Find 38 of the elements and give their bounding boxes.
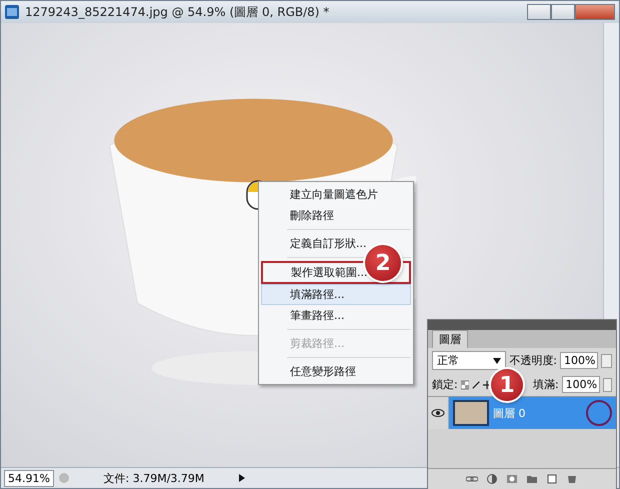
layers-tab[interactable]: 圖層 (432, 330, 468, 348)
window-title: 1279243_85221474.jpg @ 54.9% (圖層 0, RGB/8) * (25, 4, 330, 20)
opacity-field[interactable]: 100% (560, 352, 598, 369)
maximize-button[interactable] (551, 4, 575, 20)
menu-item[interactable]: 填滿路徑... (261, 284, 411, 305)
zoom-level-field[interactable]: 54.91% (4, 470, 54, 486)
step-badge: 1 (491, 369, 523, 401)
step-badge: 2 (365, 245, 401, 281)
app-icon (5, 5, 19, 19)
dropdown-caret-icon (493, 358, 502, 364)
minimize-button[interactable] (527, 4, 551, 20)
lock-label: 鎖定: (432, 377, 458, 392)
document-size-info: 文件: 3.79M/3.79M (102, 470, 206, 486)
menu-item[interactable]: 筆畫路徑... (261, 305, 411, 326)
folder-icon[interactable] (526, 474, 538, 484)
opacity-arrow-button[interactable] (601, 354, 612, 368)
brush-icon[interactable] (472, 380, 480, 390)
new-layer-icon[interactable] (546, 474, 558, 484)
fill-label: 填滿: (532, 377, 559, 392)
circle-annotation (586, 400, 612, 426)
checkerboard-icon[interactable] (460, 380, 469, 390)
play-arrow-icon[interactable] (238, 473, 246, 483)
fill-field[interactable]: 100% (562, 376, 600, 393)
fill-arrow-button[interactable] (602, 378, 612, 392)
trash-icon[interactable] (566, 474, 578, 484)
move-icon[interactable] (483, 380, 492, 390)
mask-icon[interactable] (506, 474, 518, 484)
layer-name: 圖層 0 (493, 406, 526, 420)
opacity-label: 不透明度: (509, 353, 557, 368)
close-button[interactable] (575, 4, 615, 20)
menu-item[interactable]: 建立向量圖遮色片 (261, 184, 411, 205)
layer-thumbnail (453, 400, 489, 426)
link-icon[interactable] (466, 474, 478, 484)
blend-mode-dropdown[interactable]: 正常 (432, 351, 506, 370)
eye-icon[interactable] (431, 409, 445, 417)
menu-item[interactable]: 任意變形路徑 (261, 361, 411, 382)
menu-item[interactable]: 刪除路徑 (261, 205, 411, 226)
half-circle-icon[interactable] (486, 474, 498, 484)
